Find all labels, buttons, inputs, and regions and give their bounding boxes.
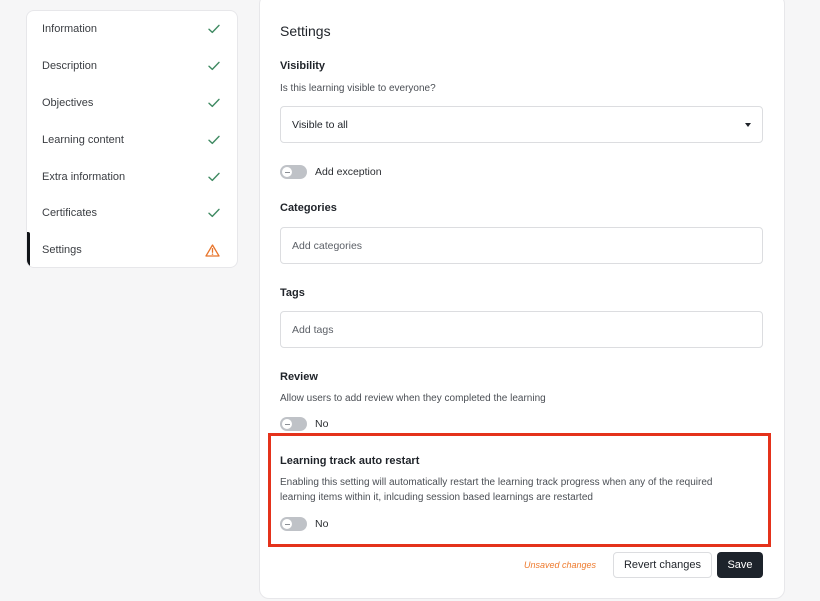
visibility-heading: Visibility	[280, 60, 326, 72]
check-icon	[208, 208, 220, 218]
nav-item-extra-information[interactable]: Extra information	[27, 158, 237, 195]
check-icon	[208, 61, 220, 71]
visibility-select[interactable]: Visible to all	[280, 106, 763, 143]
auto-restart-heading: Learning track auto restart	[280, 455, 420, 467]
warning-icon	[205, 244, 220, 257]
tags-placeholder: Add tags	[292, 323, 334, 336]
categories-input[interactable]: Add categories	[280, 227, 763, 264]
check-icon	[208, 24, 220, 34]
nav-item-certificates[interactable]: Certificates	[27, 195, 237, 232]
nav-item-settings[interactable]: Settings	[27, 231, 237, 267]
tags-input[interactable]: Add tags	[280, 311, 763, 348]
review-toggle[interactable]	[280, 417, 307, 431]
save-button[interactable]: Save	[717, 552, 763, 578]
review-toggle-row: No	[280, 417, 328, 431]
nav-item-learning-content[interactable]: Learning content	[27, 121, 237, 158]
caret-down-icon	[745, 122, 751, 127]
revert-changes-button[interactable]: Revert changes	[613, 552, 712, 578]
add-exception-toggle[interactable]	[280, 165, 307, 179]
auto-restart-toggle-row: No	[280, 517, 328, 531]
review-heading: Review	[280, 371, 318, 383]
page-title: Settings	[280, 23, 331, 39]
nav-item-objectives[interactable]: Objectives	[27, 85, 237, 122]
check-icon	[208, 172, 220, 182]
settings-panel: Settings Visibility Is this learning vis…	[259, 0, 785, 599]
toggle-off-icon	[281, 418, 293, 430]
categories-placeholder: Add categories	[292, 239, 363, 252]
nav-item-label: Certificates	[42, 207, 98, 220]
nav-item-label: Settings	[42, 244, 82, 257]
auto-restart-toggle[interactable]	[280, 517, 307, 531]
auto-restart-toggle-label: No	[315, 518, 329, 530]
visibility-description: Is this learning visible to everyone?	[280, 83, 436, 94]
nav-item-label: Information	[42, 23, 98, 36]
nav-item-label: Objectives	[42, 96, 94, 109]
check-icon	[208, 98, 220, 108]
nav-item-label: Learning content	[42, 133, 124, 146]
add-exception-row: Add exception	[280, 165, 382, 179]
toggle-off-icon	[281, 166, 293, 178]
nav-item-information[interactable]: Information	[27, 11, 237, 48]
review-description: Allow users to add review when they comp…	[280, 393, 546, 404]
add-exception-label: Add exception	[315, 166, 382, 178]
nav-item-label: Description	[42, 60, 98, 73]
review-toggle-label: No	[315, 418, 329, 430]
auto-restart-description-line2: learning items within it, inlcuding sess…	[280, 492, 593, 503]
check-icon	[208, 135, 220, 145]
unsaved-changes-label: Unsaved changes	[524, 560, 597, 570]
tags-heading: Tags	[280, 287, 305, 299]
section-nav: Information Description Objectives Learn…	[26, 10, 238, 268]
toggle-off-icon	[281, 518, 293, 530]
visibility-select-value: Visible to all	[292, 118, 348, 131]
auto-restart-description-line1: Enabling this setting will automatically…	[280, 477, 713, 488]
categories-heading: Categories	[280, 202, 337, 214]
nav-item-description[interactable]: Description	[27, 48, 237, 85]
nav-item-label: Extra information	[42, 170, 126, 183]
